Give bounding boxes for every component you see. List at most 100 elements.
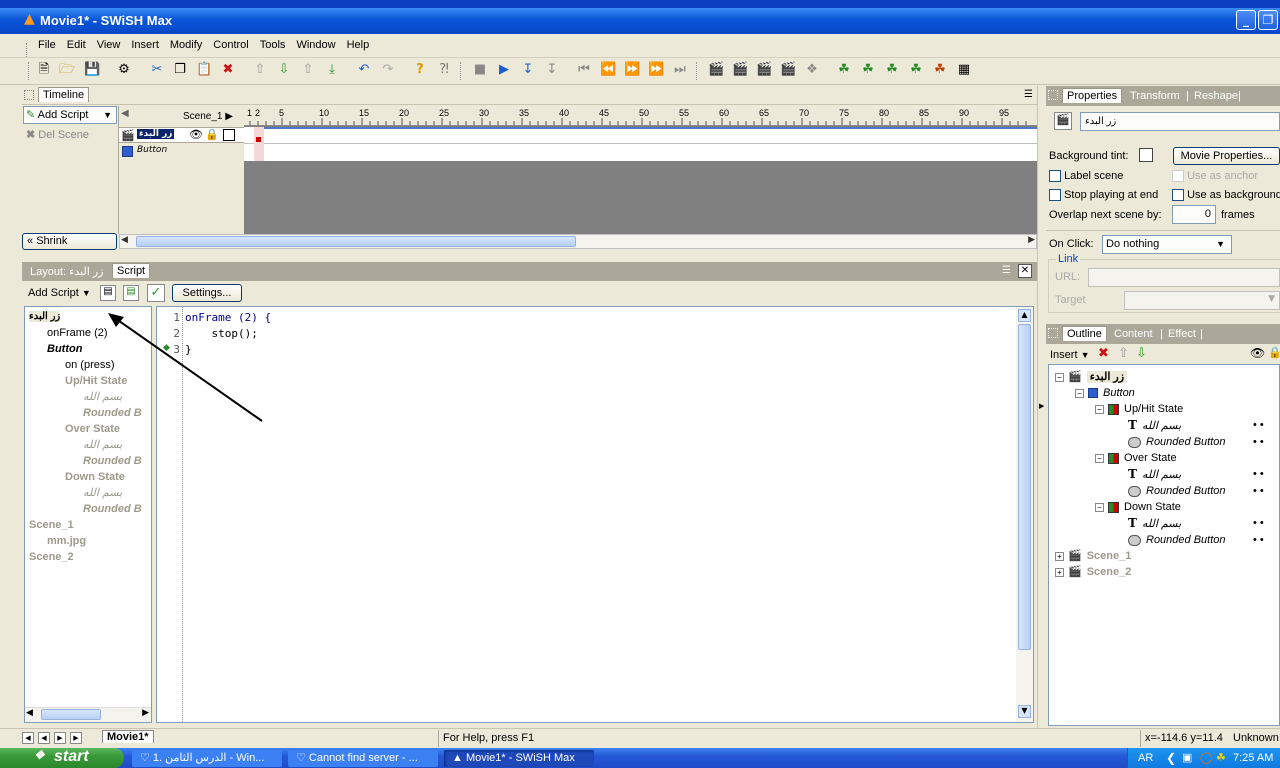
last-frame-icon[interactable]: ⏭ bbox=[672, 62, 688, 78]
restore-button[interactable]: ❐ bbox=[1258, 10, 1278, 30]
stop-playing-checkbox[interactable]: Stop playing at end bbox=[1049, 189, 1158, 202]
tab-effect[interactable]: Effect bbox=[1168, 328, 1196, 340]
minimize-button[interactable]: _ bbox=[1236, 10, 1256, 30]
outline-item[interactable]: − Down State bbox=[1055, 499, 1226, 515]
tab-layout[interactable]: Layout: زر البدء bbox=[30, 265, 104, 278]
menu-view[interactable]: View bbox=[97, 39, 121, 51]
delete-icon[interactable]: ✖ bbox=[1098, 346, 1109, 361]
send-back-icon[interactable]: ⤓ bbox=[324, 62, 340, 78]
insert-scene-2-icon[interactable]: 🎬 bbox=[732, 62, 748, 78]
expand-toggle-icon[interactable]: − bbox=[1095, 404, 1104, 414]
undo-icon[interactable]: ↶ bbox=[356, 62, 372, 78]
object-name-input[interactable]: زر البدء bbox=[1080, 112, 1280, 131]
script-tree-item[interactable]: Scene_1 bbox=[29, 517, 142, 533]
next-scene-icon[interactable]: ▶ bbox=[54, 732, 66, 744]
script-tree-item[interactable]: Rounded B bbox=[29, 453, 142, 469]
task-ie-lesson[interactable]: ♡ 1. الدرس الثامن - Win... bbox=[132, 750, 282, 767]
visibility-dots[interactable]: • • bbox=[1253, 483, 1264, 499]
copy-icon[interactable]: ❐ bbox=[172, 62, 188, 78]
script-tree-item[interactable]: Down State bbox=[29, 469, 142, 485]
scroll-left-icon[interactable]: ◀ bbox=[26, 708, 33, 718]
script-tree-item[interactable]: Scene_2 bbox=[29, 549, 142, 565]
new-icon[interactable]: 🗎 bbox=[36, 62, 52, 78]
tab-content[interactable]: Content bbox=[1114, 328, 1153, 340]
frames-area[interactable]: 1 2 5 10 15 20 25 30 35 40 45 50 55 60 65 70 75 80 85 90 95 bbox=[244, 106, 1037, 234]
collapse-arrow-icon[interactable]: ▶ bbox=[1039, 402, 1044, 410]
movie-properties-button[interactable]: Movie Properties... bbox=[1173, 147, 1280, 165]
opera-icon[interactable]: ◯ bbox=[1200, 748, 1212, 768]
tab-properties[interactable]: Properties bbox=[1062, 88, 1123, 103]
last-scene-icon[interactable]: ▶ bbox=[70, 732, 82, 744]
insert-scene-icon[interactable]: 🎬 bbox=[708, 62, 724, 78]
first-frame-icon[interactable]: ⏮ bbox=[576, 62, 592, 78]
effect-5-icon[interactable]: ☘ bbox=[932, 62, 948, 78]
menu-help[interactable]: Help bbox=[347, 39, 370, 51]
tray-app-icon[interactable]: ☘ bbox=[1216, 748, 1226, 768]
url-input[interactable] bbox=[1088, 268, 1280, 287]
timeline-ruler[interactable]: 1 2 5 10 15 20 25 30 35 40 45 50 55 60 65 70 75 80 85 90 95 bbox=[244, 106, 1037, 126]
expand-toggle-icon[interactable]: − bbox=[1055, 372, 1064, 382]
effect-1-icon[interactable]: ☘ bbox=[836, 62, 852, 78]
expand-toggle-icon[interactable]: − bbox=[1095, 502, 1104, 512]
timeline-add-script-button[interactable]: ✎ Add Script ▼ bbox=[23, 106, 117, 124]
expand-toggle-icon[interactable]: + bbox=[1055, 551, 1064, 561]
play-effect-icon[interactable]: ↧ bbox=[544, 62, 560, 78]
task-cannot-find-server[interactable]: ♡ Cannot find server - ... bbox=[288, 750, 438, 767]
effect-6-icon[interactable]: ▦ bbox=[956, 62, 972, 78]
script-tree-item[interactable]: Rounded B bbox=[29, 501, 142, 517]
play-scene-icon[interactable]: ↧ bbox=[520, 62, 536, 78]
tab-script[interactable]: Script bbox=[112, 263, 151, 278]
menu-insert[interactable]: Insert bbox=[131, 39, 159, 51]
script-add-script-button[interactable]: Add Script ▼ bbox=[28, 287, 91, 299]
menu-edit[interactable]: Edit bbox=[67, 39, 86, 51]
scroll-thumb[interactable] bbox=[41, 709, 101, 720]
task-swish-max[interactable]: ▲ Movie1* - SWiSH Max bbox=[444, 750, 594, 767]
close-icon[interactable]: ✕ bbox=[1018, 264, 1032, 278]
tab-movie1[interactable]: Movie1* bbox=[102, 730, 154, 743]
paste-icon[interactable]: 📋 bbox=[196, 62, 212, 78]
on-click-select[interactable]: Do nothing ▼ bbox=[1102, 235, 1232, 254]
use-as-background-checkbox[interactable]: Use as background bbox=[1172, 189, 1280, 202]
code-vscrollbar[interactable]: ▲ ▼ bbox=[1016, 307, 1033, 722]
outline-item[interactable]: − Up/Hit State bbox=[1055, 401, 1226, 417]
effect-3-icon[interactable]: ☘ bbox=[884, 62, 900, 78]
expand-toggle-icon[interactable]: + bbox=[1055, 567, 1064, 577]
outline-item[interactable]: − 🎬 زر البدء bbox=[1055, 369, 1226, 385]
visibility-dots[interactable]: • • bbox=[1253, 466, 1264, 482]
scroll-thumb[interactable] bbox=[1018, 324, 1031, 650]
prev-frame-icon[interactable]: ⏪ bbox=[600, 62, 616, 78]
scene-selector[interactable]: Scene_1 ▶ bbox=[183, 111, 233, 122]
lock-icon[interactable]: 🔒 bbox=[205, 128, 219, 141]
outline-item[interactable]: − Button bbox=[1055, 385, 1226, 401]
check-syntax-icon[interactable]: ✓ bbox=[147, 284, 165, 302]
script-tree-item[interactable]: بسم الله bbox=[29, 437, 142, 453]
script-tree-item[interactable]: بسم الله bbox=[29, 485, 142, 501]
expand-toggle-icon[interactable]: − bbox=[1095, 453, 1104, 463]
move-up-icon[interactable]: ⇩ bbox=[276, 62, 292, 78]
menu-modify[interactable]: Modify bbox=[170, 39, 202, 51]
outline-insert-button[interactable]: Insert ▼ bbox=[1050, 349, 1090, 361]
tab-outline[interactable]: Outline bbox=[1062, 326, 1107, 341]
tab-reshape[interactable]: Reshape bbox=[1194, 90, 1238, 102]
scroll-thumb[interactable] bbox=[136, 236, 576, 247]
insert-button-icon[interactable]: 🎬 bbox=[780, 62, 796, 78]
eye-icon[interactable]: 👁 bbox=[189, 128, 203, 141]
outline-item[interactable]: T بسم الله • • bbox=[1055, 515, 1264, 532]
insert-group-icon[interactable]: ❖ bbox=[804, 62, 820, 78]
outline-item[interactable]: + 🎬 Scene_1 bbox=[1055, 548, 1226, 564]
move-up-icon[interactable]: ⇧ bbox=[1118, 346, 1129, 361]
target-select[interactable]: ▼ bbox=[1124, 291, 1280, 310]
insert-sprite-icon[interactable]: 🎬 bbox=[756, 62, 772, 78]
panel-menu-icon[interactable]: ☰ bbox=[1002, 265, 1011, 276]
move-down-icon[interactable]: ⇩ bbox=[1136, 346, 1147, 361]
lock-icon[interactable]: 🔒 bbox=[1268, 346, 1280, 359]
prev-scene-icon[interactable]: ◀ bbox=[38, 732, 50, 744]
open-icon[interactable]: 🗁 bbox=[59, 62, 75, 78]
use-as-anchor-checkbox[interactable]: Use as anchor bbox=[1172, 170, 1258, 183]
tree-hscrollbar[interactable]: ◀ ▶ bbox=[25, 707, 151, 722]
scroll-left-icon[interactable]: ◀ bbox=[121, 108, 135, 122]
visibility-dots[interactable]: • • bbox=[1253, 532, 1264, 548]
start-button[interactable]: ❖ start bbox=[0, 748, 124, 768]
visibility-dots[interactable]: • • bbox=[1253, 515, 1264, 531]
delete-icon[interactable]: ✖ bbox=[220, 62, 236, 78]
